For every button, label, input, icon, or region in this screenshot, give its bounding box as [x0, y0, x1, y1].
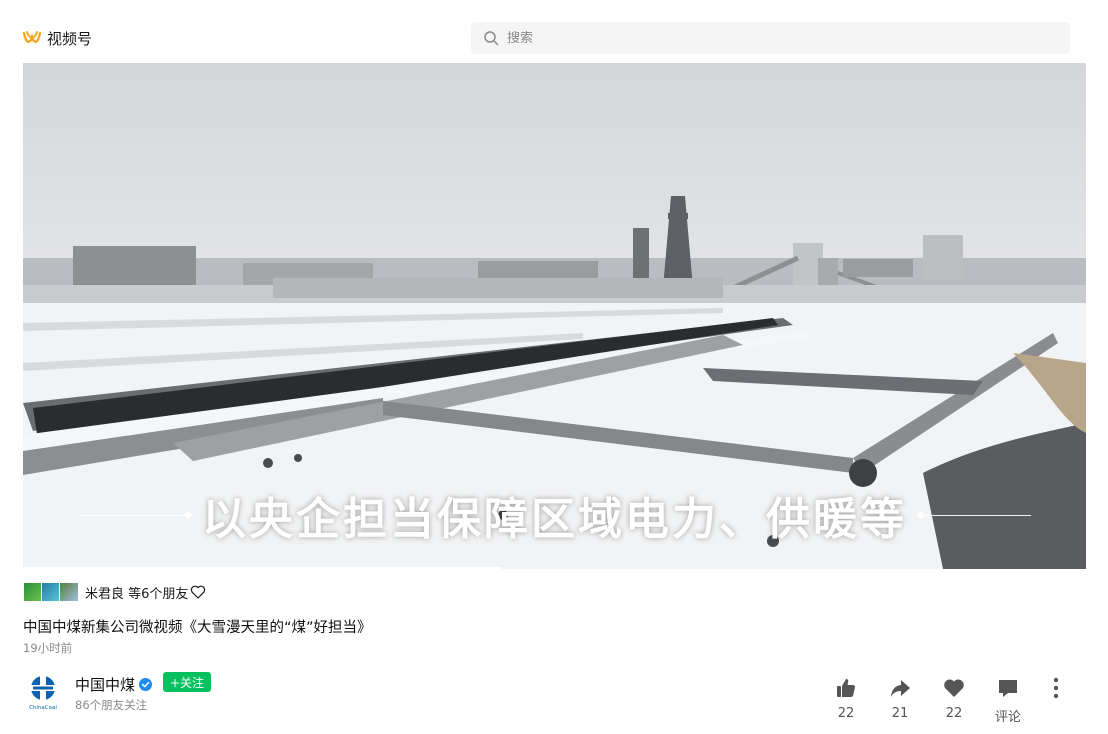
favorite-button[interactable]: 22 [934, 676, 974, 721]
share-button[interactable]: 21 [880, 676, 920, 721]
comment-label: 评论 [994, 710, 1021, 725]
like-button[interactable]: 22 [826, 676, 866, 721]
china-coal-logo-icon: ChinaCoal [29, 676, 57, 711]
friend-avatar [59, 582, 79, 602]
like-count: 22 [837, 706, 855, 721]
more-vertical-icon [1053, 677, 1059, 699]
share-arrow-icon [888, 676, 912, 700]
heart-icon [942, 676, 966, 700]
video-subtitle: 以央企担当保障区域电力、供暖等 [202, 494, 907, 545]
video-progress-bar[interactable] [23, 567, 502, 569]
thumbs-up-icon [834, 676, 858, 700]
verified-icon [139, 678, 153, 691]
comment-bubble-icon [996, 676, 1020, 700]
comment-button[interactable]: 评论 [988, 676, 1028, 725]
heart-outline-icon [190, 584, 206, 600]
video-title: 中国中煤新集公司微视频《大雪漫天里的“煤”好担当》 [23, 620, 372, 636]
author-name[interactable]: 中国中煤 [75, 674, 135, 695]
friends-liked-row[interactable]: 米君良 等6个朋友 [23, 582, 206, 602]
video-player[interactable]: 以央企担当保障区域电力、供暖等 [23, 63, 1086, 569]
search-bar[interactable] [471, 22, 1070, 54]
channels-logo-icon [23, 30, 41, 46]
friends-following-count: 86个朋友关注 [75, 698, 148, 712]
follow-button[interactable]: +关注 [163, 672, 212, 692]
friends-liked-text: 米君良 等6个朋友 [85, 586, 189, 602]
friend-avatar [41, 582, 61, 602]
more-options-button[interactable] [1046, 676, 1066, 700]
search-input[interactable] [507, 30, 1047, 46]
author-avatar[interactable]: ChinaCoal [23, 672, 63, 712]
search-icon [483, 30, 499, 46]
svg-text:ChinaCoal: ChinaCoal [29, 705, 57, 711]
friend-avatar [23, 582, 43, 602]
video-caption: 以央企担当保障区域电力、供暖等 [23, 483, 1086, 547]
caption-rule-left [78, 514, 188, 516]
brand-title: 视频号 [47, 29, 93, 48]
share-count: 21 [891, 706, 909, 721]
post-timestamp: 19小时前 [23, 641, 73, 655]
favorite-count: 22 [945, 706, 963, 721]
caption-rule-right [921, 514, 1031, 516]
brand[interactable]: 视频号 [23, 26, 92, 50]
author-name-row[interactable]: 中国中煤 [75, 674, 153, 695]
